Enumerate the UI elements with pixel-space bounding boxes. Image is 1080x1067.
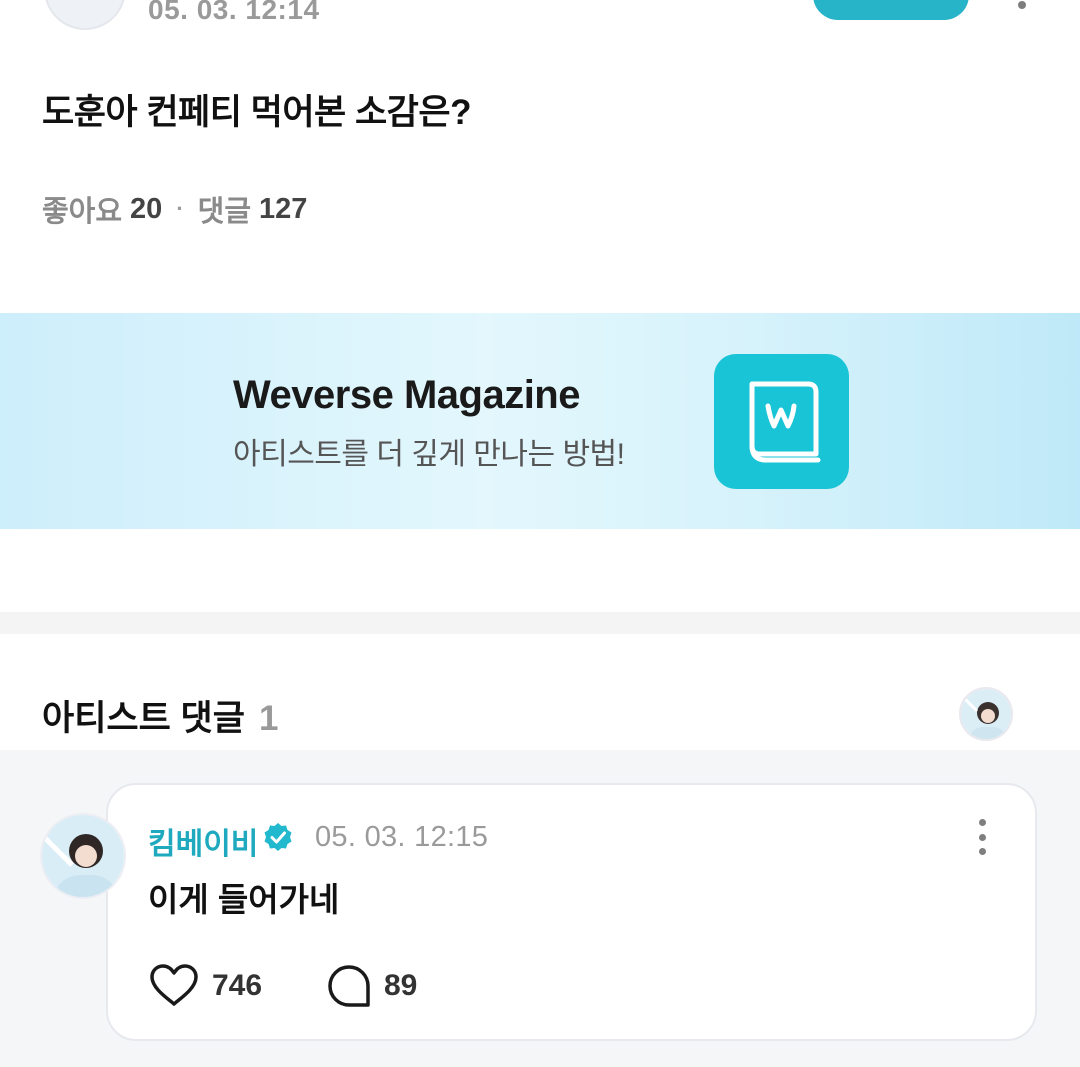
- comment-author-avatar[interactable]: [40, 813, 126, 899]
- artist-avatar-thumb[interactable]: [959, 687, 1013, 741]
- more-dots-icon[interactable]: [1018, 1, 1026, 9]
- artist-comments-title: 아티스트 댓글: [42, 699, 245, 738]
- comments-label[interactable]: 댓글: [198, 188, 251, 230]
- likes-label[interactable]: 좋아요: [42, 188, 122, 230]
- comment-more-icon[interactable]: [976, 819, 988, 855]
- comments-count[interactable]: 127: [259, 193, 307, 226]
- reply-bubble-icon[interactable]: [325, 962, 373, 1010]
- artist-photo-thumb: [961, 689, 1011, 739]
- banner-subtitle: 아티스트를 더 깊게 만나는 방법!: [233, 438, 625, 471]
- follow-button[interactable]: [813, 0, 969, 20]
- banner-title: Weverse Magazine: [233, 373, 580, 417]
- post-page: 05. 03. 12:14 도훈아 컨페티 먹어본 소감은? 좋아요 20 · …: [0, 0, 1080, 1067]
- like-count: 746: [212, 969, 263, 1002]
- artist-comments-count: 1: [258, 699, 279, 738]
- comment-date: 05. 03. 12:15: [315, 821, 489, 853]
- reply-count: 89: [384, 969, 418, 1002]
- likes-count[interactable]: 20: [130, 193, 162, 226]
- comment-author-name[interactable]: 킴베이비: [148, 819, 258, 863]
- stats-separator: ·: [176, 196, 184, 221]
- book-glyph: [749, 381, 821, 463]
- section-divider: [0, 612, 1080, 634]
- comment-card[interactable]: 킴베이비 05. 03. 12:15 이게 들어가네 746 89: [106, 783, 1037, 1041]
- verified-badge-icon: [264, 823, 292, 851]
- comment-text: 이게 들어가네: [148, 881, 340, 918]
- weverse-magazine-banner[interactable]: Weverse Magazine 아티스트를 더 깊게 만나는 방법!: [0, 313, 1080, 529]
- post-stats: 좋아요 20 · 댓글 127: [42, 188, 307, 230]
- post-date: 05. 03. 12:14: [148, 0, 320, 25]
- post-author-avatar[interactable]: [44, 0, 126, 30]
- heart-icon[interactable]: [148, 962, 200, 1008]
- artist-comments-heading: 아티스트 댓글 1: [42, 690, 278, 741]
- post-title: 도훈아 컨페티 먹어본 소감은?: [42, 93, 471, 132]
- artist-photo: [42, 815, 124, 897]
- weverse-book-icon: [714, 354, 849, 489]
